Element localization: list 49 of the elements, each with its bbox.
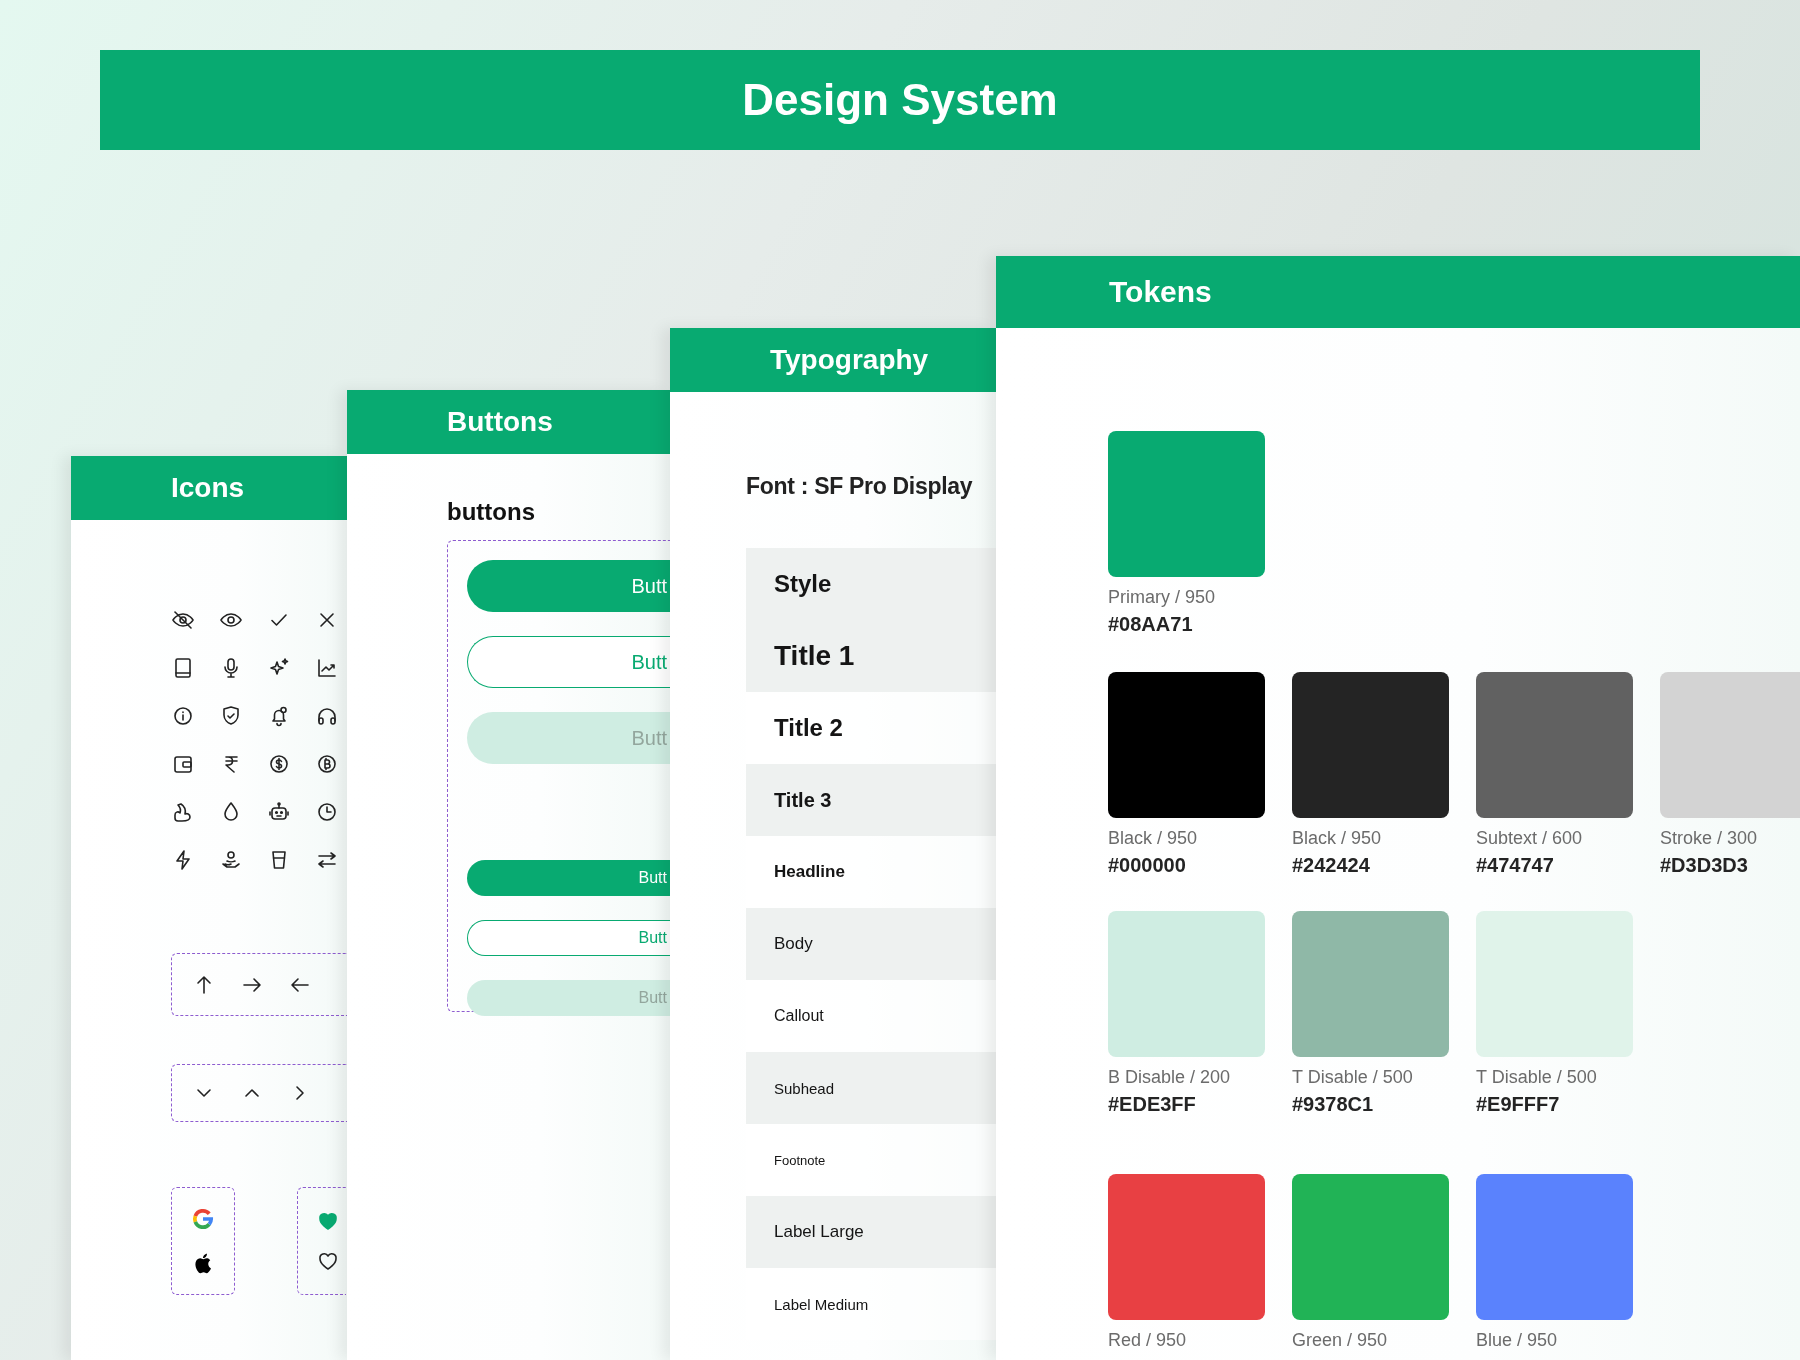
token-name: B Disable / 200 xyxy=(1108,1067,1232,1087)
token-name: Blue / 950 xyxy=(1476,1330,1559,1350)
button[interactable]: Butt xyxy=(467,980,670,1016)
hex-value: #242424 xyxy=(1292,854,1371,877)
style-name: Callout xyxy=(774,1007,824,1025)
style-name: Footnote xyxy=(774,1152,826,1168)
hex-value: #E9FFF7 xyxy=(1476,1093,1561,1116)
token-name: Subtext / 600 xyxy=(1476,828,1584,848)
style-name: Label Medium xyxy=(774,1295,869,1313)
column-header: Style xyxy=(774,570,832,598)
token-name: Stroke / 300 xyxy=(1660,828,1759,848)
dollar-coin-icon xyxy=(267,752,291,776)
style-name: Subhead xyxy=(774,1079,835,1097)
banner-title: Design System xyxy=(742,75,1058,125)
panel-title: Typography xyxy=(770,344,929,376)
token-name: Red / 950 xyxy=(1108,1330,1188,1350)
token-name: Black / 950 xyxy=(1108,828,1199,848)
hex-value: #EDE3FF xyxy=(1108,1093,1197,1116)
hex-value: #D3D3D3 xyxy=(1660,854,1749,877)
font-heading: Font : SF Pro Display xyxy=(746,472,974,501)
token-name: T Disable / 500 xyxy=(1476,1067,1598,1087)
button[interactable]: Butt xyxy=(467,860,670,896)
style-name: Label Large xyxy=(774,1222,864,1242)
style-name: Title 2 xyxy=(774,714,843,742)
token-name: Primary / 950 xyxy=(1108,587,1217,607)
token-name: T Disable / 500 xyxy=(1292,1067,1414,1087)
panel-title: Buttons xyxy=(447,406,553,438)
eye-off-icon xyxy=(171,608,195,632)
chart-icon xyxy=(315,656,339,680)
bitcoin-coin-icon xyxy=(315,752,339,776)
button[interactable]: Butt xyxy=(467,636,670,688)
panel-title: Icons xyxy=(171,472,245,504)
style-name: Headline xyxy=(774,862,845,882)
button[interactable]: Butt xyxy=(467,560,670,612)
hex-value: #9378C1 xyxy=(1292,1093,1375,1116)
token-name: Black / 950 xyxy=(1292,828,1383,848)
clock-icon xyxy=(315,800,339,824)
panel-title: Tokens xyxy=(1109,275,1212,309)
info-icon xyxy=(171,704,195,728)
style-name: Title 3 xyxy=(774,788,832,812)
section-heading: buttons xyxy=(447,497,536,527)
style-name: Body xyxy=(774,934,813,954)
hex-value: #08AA71 xyxy=(1108,613,1194,636)
style-name: Title 1 xyxy=(774,640,855,672)
hex-value: #474747 xyxy=(1476,854,1555,877)
button[interactable]: Butt xyxy=(467,712,670,764)
hex-value: #000000 xyxy=(1108,854,1187,877)
button[interactable]: Butt xyxy=(467,920,670,956)
token-name: Green / 950 xyxy=(1292,1330,1389,1350)
